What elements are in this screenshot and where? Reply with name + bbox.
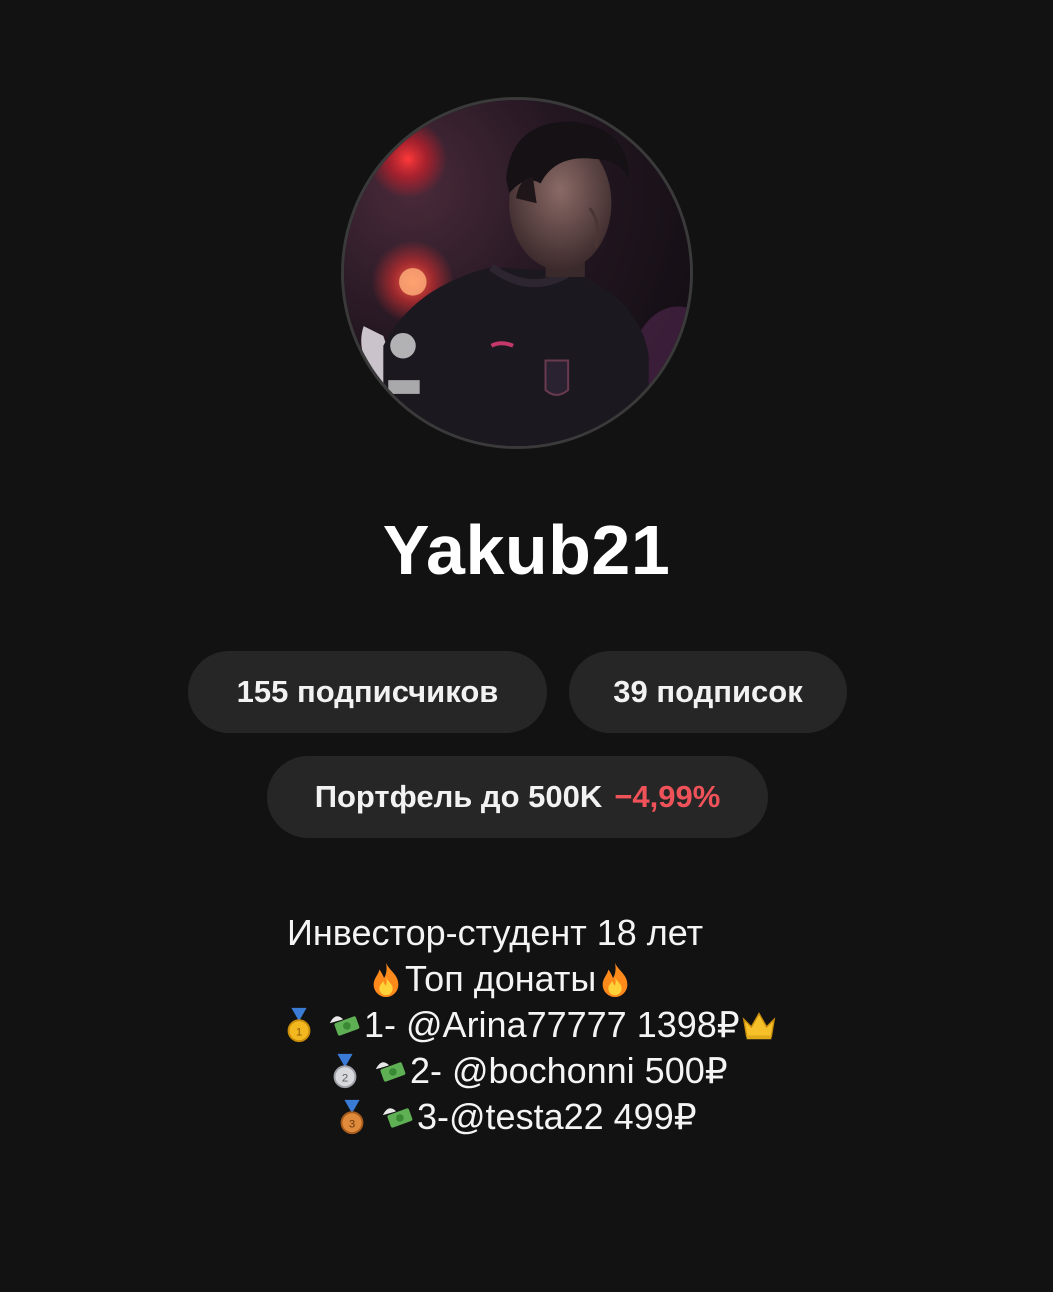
bio: Инвестор-студент 18 лет Топ донаты 1 1- … <box>0 910 1053 1140</box>
money-wings-icon <box>326 1005 364 1045</box>
following-button[interactable]: 39 подписок <box>569 651 847 733</box>
donor-row-2: 2 2- @bochonni 500₽ <box>0 1048 1053 1094</box>
avatar[interactable] <box>341 97 693 449</box>
money-wings-icon <box>379 1097 417 1137</box>
bronze-medal-icon: 3 <box>333 1097 371 1137</box>
portfolio-name: Портфель до 500K <box>314 779 603 814</box>
bio-text-1: Инвестор-студент 18 лет <box>287 912 704 953</box>
followers-button[interactable]: 155 подписчиков <box>188 651 547 733</box>
donor-text-2: 2- @bochonni 500₽ <box>410 1050 728 1091</box>
portfolio-button[interactable]: Портфель до 500K −4,99% <box>267 756 768 838</box>
money-wings-icon <box>372 1051 410 1091</box>
portfolio-change: −4,99% <box>614 779 721 814</box>
svg-text:2: 2 <box>342 1072 348 1084</box>
gold-medal-icon: 1 <box>280 1005 318 1045</box>
svg-text:1: 1 <box>296 1026 302 1038</box>
avatar-photo <box>344 100 690 446</box>
silver-medal-icon: 2 <box>326 1051 364 1091</box>
donor-text-1: 1- @Arina77777 1398₽ <box>364 1004 740 1045</box>
bio-line-1: Инвестор-студент 18 лет <box>0 910 1053 956</box>
svg-text:3: 3 <box>349 1118 355 1130</box>
followers-label: 155 подписчиков <box>236 674 499 709</box>
bio-text-2: Топ донаты <box>405 958 597 999</box>
donor-row-3: 3 3-@testa22 499₽ <box>0 1094 1053 1140</box>
following-label: 39 подписок <box>613 674 803 709</box>
username: Yakub21 <box>382 511 671 589</box>
donor-row-1: 1 1- @Arina77777 1398₽ <box>0 1002 1053 1048</box>
bio-line-2: Топ донаты <box>0 956 1053 1002</box>
donor-text-3: 3-@testa22 499₽ <box>417 1096 697 1137</box>
crown-icon <box>740 1005 778 1045</box>
fire-icon <box>596 959 634 999</box>
profile-screen: Yakub21 155 подписчиков 39 подписок Порт… <box>0 0 1053 1292</box>
fire-icon <box>367 959 405 999</box>
